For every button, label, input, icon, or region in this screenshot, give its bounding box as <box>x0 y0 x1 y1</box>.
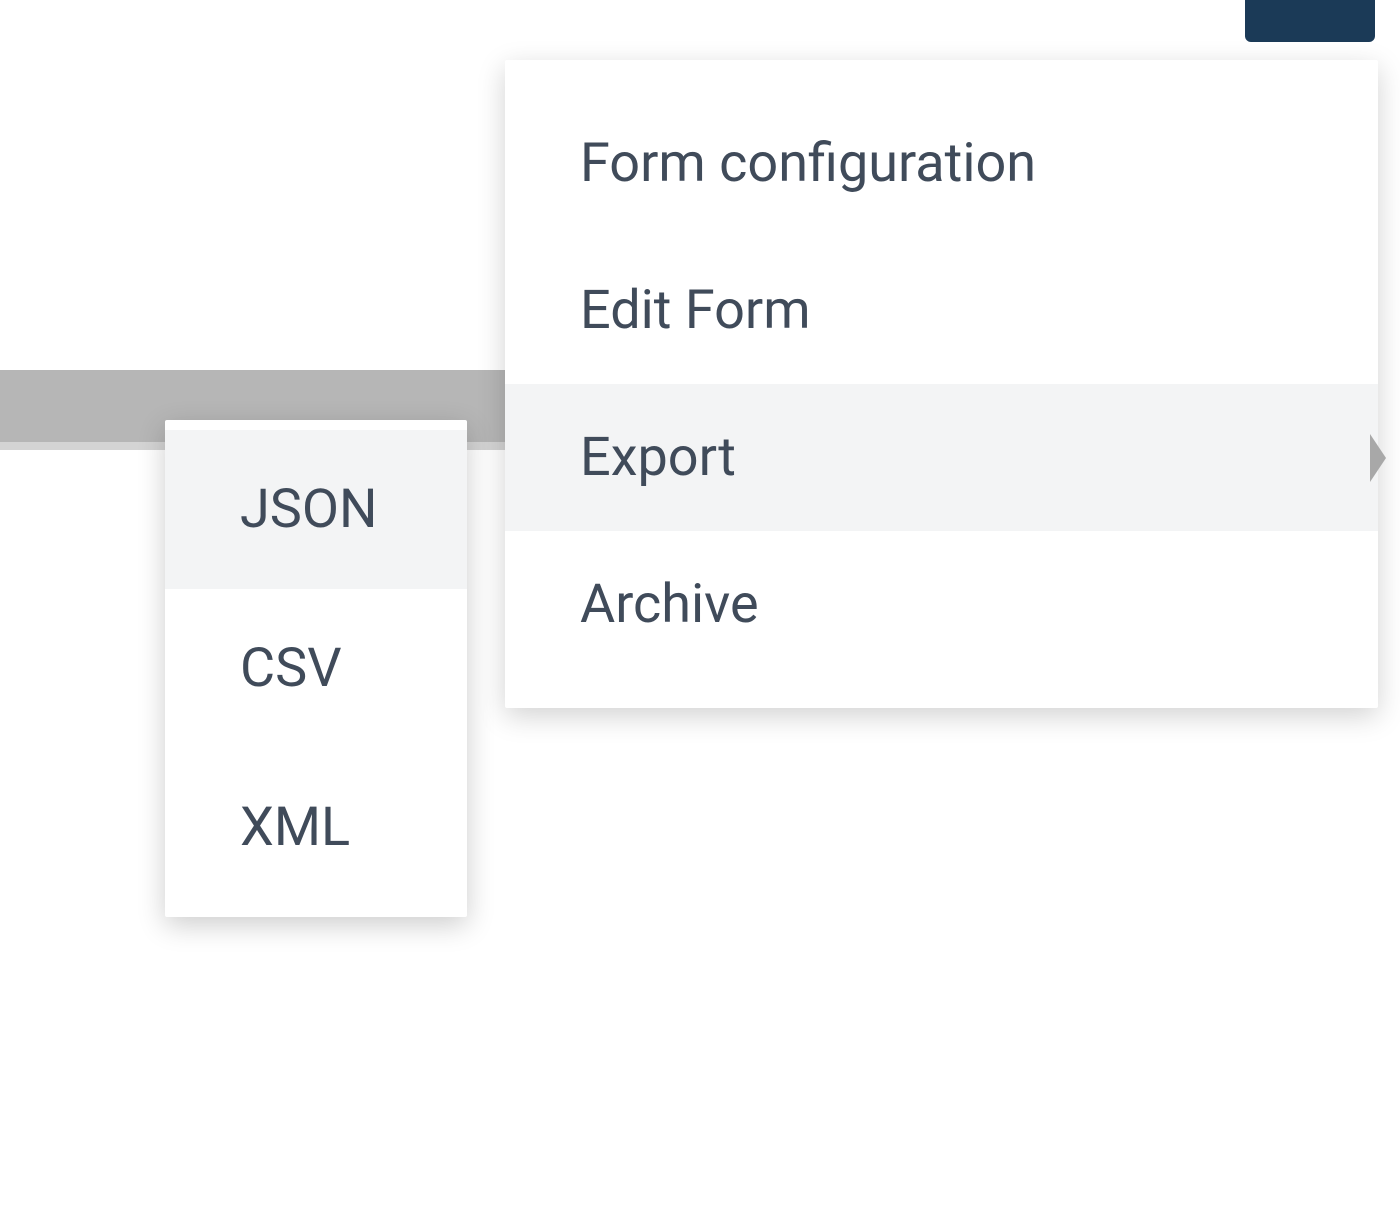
menu-item-label: Export <box>580 426 736 489</box>
submenu-item-csv[interactable]: CSV <box>165 589 467 748</box>
menu-item-export[interactable]: Export <box>505 384 1378 531</box>
submenu-item-label: CSV <box>240 637 342 700</box>
submenu-item-label: XML <box>240 796 350 859</box>
export-submenu: JSON CSV XML <box>165 420 467 917</box>
menu-item-form-configuration[interactable]: Form configuration <box>505 90 1378 237</box>
submenu-item-label: JSON <box>240 478 378 541</box>
primary-dropdown-menu: Form configuration Edit Form Export Arch… <box>505 60 1378 708</box>
menu-item-label: Archive <box>580 573 759 636</box>
menu-item-archive[interactable]: Archive <box>505 531 1378 678</box>
menu-item-label: Form configuration <box>580 132 1036 195</box>
submenu-item-json[interactable]: JSON <box>165 430 467 589</box>
chevron-right-icon <box>1370 434 1386 482</box>
menu-item-edit-form[interactable]: Edit Form <box>505 237 1378 384</box>
menu-item-label: Edit Form <box>580 279 811 342</box>
dropdown-trigger-button[interactable] <box>1245 0 1375 42</box>
submenu-item-xml[interactable]: XML <box>165 748 467 907</box>
